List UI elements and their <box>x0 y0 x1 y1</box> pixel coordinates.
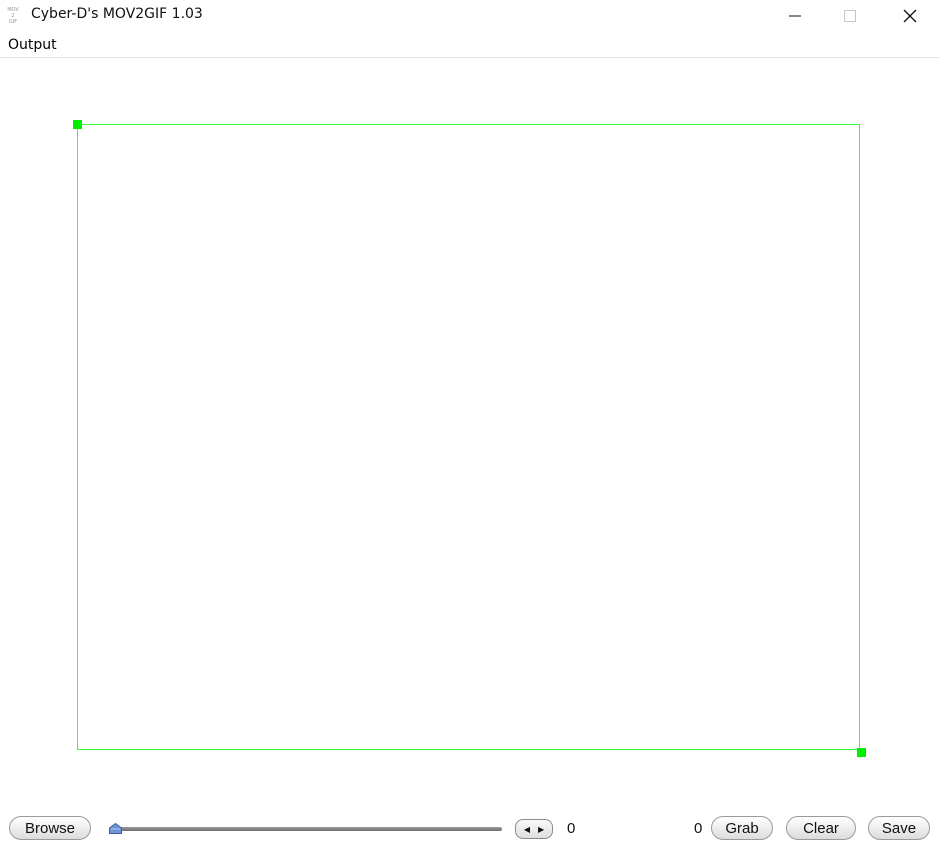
save-button[interactable]: Save <box>868 816 930 840</box>
maximize-icon <box>844 10 856 22</box>
close-button[interactable] <box>887 0 933 32</box>
frame-slider-track[interactable] <box>114 827 502 831</box>
browse-button[interactable]: Browse <box>9 816 91 840</box>
selection-handle-bottom-right[interactable] <box>857 748 866 757</box>
title-bar: MOV 2 GIF Cyber-D's MOV2GIF 1.03 <box>0 0 940 32</box>
app-icon: MOV 2 GIF <box>5 7 21 25</box>
selection-rectangle[interactable] <box>77 124 860 750</box>
frame-stepper[interactable]: ◀ ▶ <box>515 819 553 839</box>
selection-handle-top-left[interactable] <box>73 120 82 129</box>
close-icon <box>903 9 917 23</box>
window-title: Cyber-D's MOV2GIF 1.03 <box>31 6 203 22</box>
grab-count: 0 <box>694 820 703 837</box>
maximize-button[interactable] <box>827 0 873 32</box>
frame-value: 0 <box>567 820 576 837</box>
minimize-button[interactable] <box>772 0 818 32</box>
clear-button[interactable]: Clear <box>786 816 856 840</box>
step-forward-icon[interactable]: ▶ <box>538 825 544 834</box>
menu-output[interactable]: Output <box>8 37 57 53</box>
frame-slider-thumb[interactable] <box>109 823 122 834</box>
minimize-icon <box>789 15 801 17</box>
app-icon-line: GIF <box>8 19 18 25</box>
menu-bar: Output <box>0 32 940 58</box>
step-back-icon[interactable]: ◀ <box>524 825 530 834</box>
grab-button[interactable]: Grab <box>711 816 773 840</box>
